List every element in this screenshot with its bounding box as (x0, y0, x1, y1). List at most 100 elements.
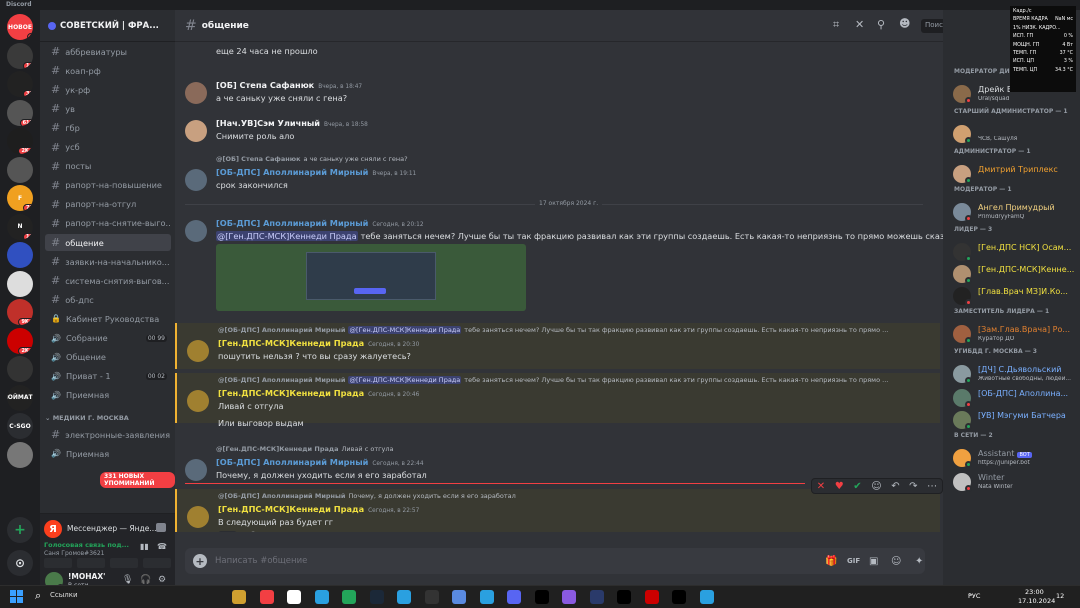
taskbar-app-icon[interactable] (232, 590, 246, 604)
avatar[interactable] (187, 390, 209, 412)
server-icon[interactable] (7, 270, 33, 297)
server-icon[interactable] (7, 242, 33, 268)
avatar[interactable] (187, 506, 209, 528)
taskbar-app-icon[interactable] (617, 590, 631, 604)
taskbar-app-icon[interactable] (369, 590, 384, 604)
clock-date[interactable]: 17.10.2024 (1018, 597, 1055, 605)
message-author[interactable]: [ОБ-ДПС] Аполлинарий Мирный Сегодня, в 20… (216, 218, 424, 228)
gift-icon[interactable]: 🎁 (825, 556, 837, 567)
message-author[interactable]: [ОБ-ДПС] Аполлинарий Мирный Вчера, в 19:1… (216, 167, 416, 177)
new-mentions-pill[interactable]: 331 НОВЫХ УПОМИНАНИЙ (100, 472, 175, 488)
server-icon[interactable]: 2K+ (7, 128, 33, 154)
channel-text[interactable]: # рапорт-на-снятие-выго... (45, 215, 171, 232)
notifications-off-icon[interactable]: ✕ (855, 18, 864, 31)
taskbar-app-icon[interactable] (562, 590, 576, 604)
taskbar-app-icon[interactable] (534, 590, 549, 604)
taskbar-app-icon[interactable] (479, 590, 494, 604)
voice-status[interactable]: Голосовая связь под... (44, 541, 129, 549)
server-icon[interactable]: N 16 (7, 213, 33, 240)
server-icon[interactable] (7, 356, 33, 382)
message-author[interactable]: [ОБ] Степа Сафанюк Вчера, в 18:47 (216, 80, 362, 90)
message-author[interactable]: [Нач.УВ]Сэм Уличный Вчера, в 18:58 (216, 118, 368, 128)
channel-text[interactable]: 🔒 Кабинет Руководства (45, 310, 171, 327)
taskbar-app-icon[interactable] (672, 590, 686, 604)
server-icon[interactable] (7, 441, 33, 468)
member-item[interactable]: [ДЧ] С.Дьявольский Животные свободны, люд… (953, 364, 1077, 386)
threads-icon[interactable]: ⌗ (833, 18, 839, 32)
message-author[interactable]: [Ген.ДПС-МСК]Кеннеди Прада Сегодня, в 20:… (218, 338, 419, 348)
server-icon[interactable]: 9K+ (7, 299, 33, 325)
reply-preview[interactable]: @[ОБ] Степа Сафанюк а че саньку уже сняли… (216, 155, 408, 163)
server-icon[interactable]: ПОЙМАТЬ (7, 384, 33, 411)
reaction-chip[interactable]: ▣1 (218, 531, 238, 532)
avatar[interactable] (185, 120, 207, 142)
camera-off-button[interactable] (44, 558, 72, 568)
server-icon[interactable]: F 70 (7, 185, 33, 211)
signal-icon[interactable]: ▮▮ (140, 542, 149, 551)
avatar[interactable] (185, 169, 207, 191)
emoji-icon[interactable]: ☺ (891, 556, 901, 567)
avatar[interactable] (185, 459, 207, 481)
channel-text[interactable]: # посты (45, 158, 171, 175)
add-reaction-icon[interactable]: ☺ (871, 481, 881, 492)
add-reaction-icon[interactable]: ☺ (249, 531, 257, 532)
message-author[interactable]: [Ген.ДПС-МСК]Кеннеди Прада Сегодня, в 20:… (218, 388, 419, 398)
notifications-count[interactable]: 12 (1056, 592, 1064, 600)
member-item[interactable]: [УВ] Мэгуми Батчера (953, 410, 1077, 432)
image-attachment[interactable] (216, 244, 526, 311)
disconnect-icon[interactable]: ☎ (157, 542, 167, 551)
server-icon[interactable]: НОВОЕ 4 (7, 14, 33, 40)
channel-voice[interactable]: 🔊 Приемная (45, 387, 171, 404)
gif-icon[interactable]: GIF (847, 557, 860, 565)
server-icon[interactable]: 2K+ (7, 327, 33, 354)
channel-text[interactable]: # об-дпс (45, 291, 171, 308)
avatar[interactable] (185, 220, 207, 242)
channel-text[interactable]: # усб (45, 139, 171, 156)
member-item[interactable]: [Ген.ДПС НСК] Осам... (953, 242, 1077, 264)
activity-icon[interactable] (156, 523, 166, 532)
message-author[interactable]: [Ген.ДПС-МСК]Кеннеди Прада Сегодня, в 22:… (218, 504, 419, 514)
taskbar-app-icon[interactable] (452, 590, 466, 604)
taskbar-app-icon[interactable] (314, 590, 329, 604)
taskbar-app-icon[interactable] (699, 590, 714, 604)
member-item[interactable]: [Ген.ДПС-МСК]Кенне... (953, 264, 1077, 286)
member-item[interactable]: Дмитрий Триплекс (953, 164, 1077, 186)
taskbar-app-icon[interactable] (644, 590, 659, 604)
username[interactable]: !МОНАХ' (68, 572, 105, 581)
channel-voice[interactable]: 🔊 Общение (45, 349, 171, 366)
apps-icon[interactable]: ✦ (915, 556, 923, 567)
windows-start-icon[interactable] (10, 590, 23, 603)
heart-reaction-icon[interactable]: ♥ (835, 481, 844, 492)
channel-text[interactable]: # коап-рф (45, 62, 171, 79)
reply-preview[interactable]: @[ОБ-ДПС] Аполлинарий Мирный Почему, я до… (218, 492, 516, 500)
channel-text[interactable]: # система-снятия-выгов... (45, 272, 171, 289)
channel-text[interactable]: # аббревиатуры (45, 43, 171, 60)
message-input[interactable]: + Написать #общение 🎁 GIF ▣ ☺ ✦ (185, 548, 925, 574)
more-icon[interactable]: ⋯ (927, 481, 937, 492)
sticker-icon[interactable]: ▣ (869, 556, 878, 567)
taskbar-app-icon[interactable] (342, 590, 356, 604)
activities-button[interactable] (110, 558, 138, 568)
member-item[interactable]: [Глав.Врач МЗ]И.Ко... (953, 286, 1077, 308)
taskbar-app-icon[interactable] (507, 590, 521, 604)
reply-icon[interactable]: ↶ (891, 481, 899, 492)
check-reaction-icon[interactable]: ✔ (853, 481, 861, 492)
reply-preview[interactable]: @[ОБ-ДПС] Аполлинарий Мирный @[Ген.ДПС-МС… (218, 326, 888, 334)
member-item[interactable]: [Зам.Глав.Врача] Ро... Куратор ДО (953, 324, 1077, 346)
server-icon[interactable]: 613 (7, 99, 33, 126)
mic-icon[interactable]: 🎙 (122, 575, 133, 585)
channel-text[interactable]: # ув (45, 100, 171, 117)
clock-time[interactable]: 23:00 (1025, 588, 1044, 596)
member-item[interactable]: [ОБ-ДПС] Аполлина... (953, 388, 1077, 410)
taskbar-app-icon[interactable] (589, 590, 604, 604)
server-icon[interactable]: 39 (7, 71, 33, 97)
pin-icon[interactable]: ⚲ (877, 18, 885, 31)
taskbar-search[interactable]: Ссылки (50, 591, 78, 599)
member-item[interactable]: ЧСВ, Сашуля (953, 124, 1077, 146)
avatar[interactable] (187, 340, 209, 362)
explore-icon[interactable]: ⊙ (7, 550, 33, 576)
language-indicator[interactable]: РУС (968, 592, 980, 600)
x-reaction-icon[interactable]: ✕ (817, 481, 825, 492)
channel-text[interactable]: # рапорт-на-отгул (45, 196, 171, 213)
channel-text[interactable]: # общение (45, 234, 171, 251)
